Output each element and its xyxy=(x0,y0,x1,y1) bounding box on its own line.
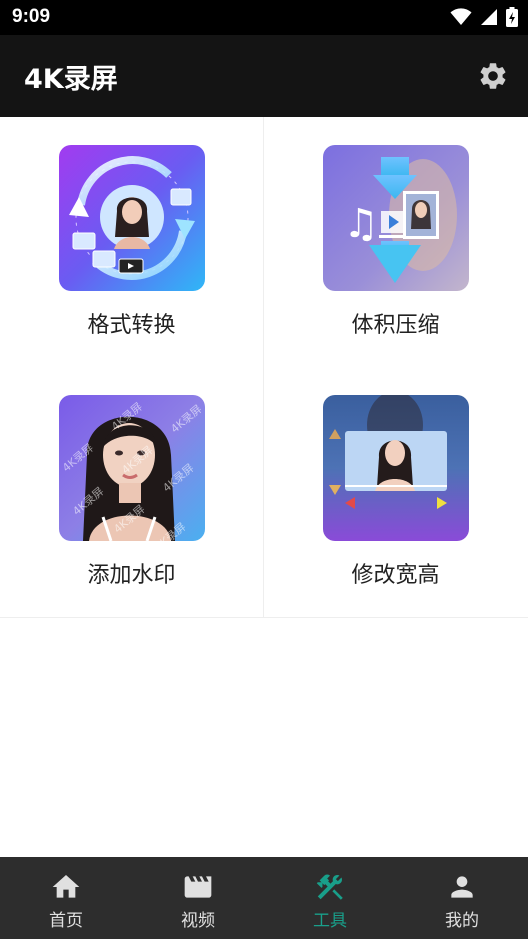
nav-item-home[interactable]: 首页 xyxy=(0,857,132,939)
size-compress-image: ♫ xyxy=(323,145,469,291)
nav-label: 首页 xyxy=(49,911,83,931)
settings-button[interactable] xyxy=(476,59,510,93)
tool-add-watermark[interactable]: 4K录屏 4K录屏 4K录屏 4K录屏 4K录屏 4K录屏 4K录屏 4K录屏 … xyxy=(0,367,263,617)
format-convert-thumbnail xyxy=(59,145,205,291)
nav-label: 工具 xyxy=(313,911,347,931)
tool-label: 体积压缩 xyxy=(351,313,440,338)
status-bar: 9:09 xyxy=(0,0,528,35)
wifi-icon xyxy=(450,8,472,25)
app-bar: 4K录屏 xyxy=(0,35,528,117)
resize-thumbnail xyxy=(323,395,469,541)
nav-label: 我的 xyxy=(445,911,479,931)
resize-image xyxy=(323,395,469,541)
tool-format-convert[interactable]: 格式转换 xyxy=(0,117,263,367)
size-compress-thumbnail: ♫ xyxy=(323,145,469,291)
gear-icon xyxy=(480,63,506,89)
format-convert-image xyxy=(59,145,205,291)
status-time: 9:09 xyxy=(12,6,51,27)
nav-label: 视频 xyxy=(181,911,215,931)
nav-item-profile[interactable]: 我的 xyxy=(396,857,528,939)
home-icon xyxy=(52,875,80,898)
signal-icon xyxy=(481,9,497,25)
tool-label: 格式转换 xyxy=(87,313,176,338)
svg-text:♫: ♫ xyxy=(343,201,379,247)
add-watermark-image: 4K录屏 4K录屏 4K录屏 4K录屏 4K录屏 4K录屏 4K录屏 4K录屏 xyxy=(59,395,205,541)
tools-grid: 格式转换 ♫ 体积压缩 4K录屏 4K录屏 4K录屏 4K录屏 4K录屏 4K录… xyxy=(0,117,528,618)
app-title: 4K录屏 xyxy=(24,64,118,95)
tool-resize[interactable]: 修改宽高 xyxy=(264,367,527,617)
tool-label: 添加水印 xyxy=(87,563,176,588)
add-watermark-thumbnail: 4K录屏 4K录屏 4K录屏 4K录屏 4K录屏 4K录屏 4K录屏 4K录屏 xyxy=(59,395,205,541)
nav-item-videos[interactable]: 视频 xyxy=(132,857,264,939)
tools-icon xyxy=(316,874,343,900)
nav-item-tools[interactable]: 工具 xyxy=(264,857,396,939)
tool-label: 修改宽高 xyxy=(351,563,440,588)
status-icons xyxy=(450,6,518,28)
tool-size-compress[interactable]: ♫ 体积压缩 xyxy=(264,117,527,367)
bottom-nav: 首页 视频 工具 我的 xyxy=(0,857,528,939)
battery-icon xyxy=(506,7,518,27)
person-icon xyxy=(451,876,473,898)
movie-icon xyxy=(184,876,212,898)
